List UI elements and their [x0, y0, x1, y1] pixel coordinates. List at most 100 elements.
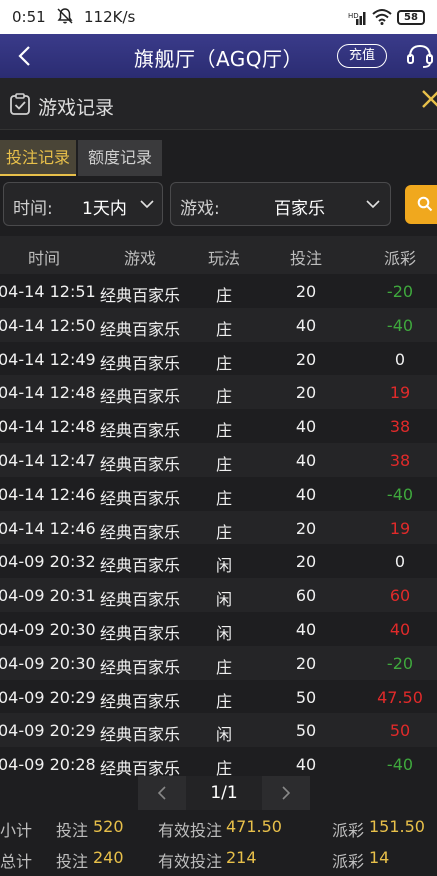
cell-game: 经典百家乐: [99, 691, 180, 711]
chevron-down-icon: [366, 200, 380, 209]
cell-bet: 20: [295, 383, 317, 403]
table-row: 04-09 20:30 经典百家乐 庄 20 -20: [0, 645, 437, 680]
column-header-game: 游戏: [123, 249, 156, 268]
network-speed: 112K/s: [84, 8, 136, 26]
chevron-left-icon: [157, 786, 166, 800]
column-header-play: 玩法: [207, 249, 240, 268]
cell-game: 经典百家乐: [99, 353, 180, 373]
status-time: 0:51: [12, 8, 46, 26]
search-icon: [417, 196, 433, 212]
cell-bet: 20: [295, 653, 317, 673]
cell-bet: 60: [295, 586, 317, 606]
game-filter-label: 游戏:: [180, 199, 220, 219]
tab-credit-records[interactable]: 额度记录: [78, 140, 162, 176]
cell-play: 庄: [215, 319, 232, 339]
chevron-right-icon: [282, 786, 291, 800]
cell-game: 经典百家乐: [99, 725, 180, 745]
cell-time: 04-09 20:31: [0, 586, 96, 606]
battery-icon: 58: [397, 10, 425, 25]
total-row: 总计 投注 240 有效投注 214 派彩 14: [0, 843, 437, 873]
cell-play: 庄: [215, 657, 232, 677]
cell-game: 经典百家乐: [99, 286, 180, 305]
search-button[interactable]: [405, 185, 437, 224]
close-icon[interactable]: [420, 88, 437, 110]
cell-payout: -40: [386, 755, 414, 775]
cell-time: 04-09 20:30: [0, 653, 96, 673]
game-filter-value: 百家乐: [274, 199, 325, 219]
cell-game: 经典百家乐: [99, 319, 180, 339]
next-page-button[interactable]: [262, 776, 310, 810]
cell-bet: 40: [295, 484, 317, 504]
cell-play: 庄: [215, 454, 232, 474]
subtotal-bet-label: 投注: [56, 821, 89, 840]
cell-time: 04-14 12:46: [0, 518, 96, 538]
cell-payout: 0: [394, 552, 406, 572]
cell-time: 04-14 12:48: [0, 417, 96, 437]
cell-play: 闲: [215, 556, 232, 576]
prev-page-button[interactable]: [138, 776, 186, 810]
table-row: 04-14 12:46 经典百家乐 庄 40 -40: [0, 477, 437, 511]
cell-time: 04-09 20:32: [0, 552, 96, 572]
cell-time: 04-14 12:48: [0, 383, 96, 403]
records-clipboard-icon: [10, 93, 30, 115]
cell-bet: 40: [295, 619, 317, 639]
subtotal-bet-value: 520: [93, 817, 124, 836]
cell-bet: 40: [295, 315, 317, 335]
app-header: 旗舰厅（AGQ厅） 充值: [0, 34, 437, 78]
game-filter-select[interactable]: 游戏: 百家乐: [170, 182, 391, 226]
time-filter-select[interactable]: 时间: 1天内: [3, 182, 163, 226]
column-header-time: 时间: [27, 249, 60, 268]
cell-payout: 47.50: [377, 687, 423, 707]
cell-payout: 40: [389, 619, 411, 639]
total-payout-label: 派彩: [332, 852, 365, 871]
table-row: 04-14 12:47 经典百家乐 庄 40 38: [0, 442, 437, 477]
total-valid-label: 有效投注: [158, 852, 223, 871]
cell-payout: -20: [386, 653, 414, 673]
cell-game: 经典百家乐: [99, 522, 180, 542]
chevron-down-icon: [140, 200, 154, 209]
cell-game: 经典百家乐: [99, 387, 180, 407]
signal-icon: HD: [348, 12, 366, 25]
bet-records-table: 04-14 12:51 经典百家乐庄 20 -20 04-14 12:50 经典百家乐庄 4…: [0, 274, 437, 781]
cell-play: 闲: [215, 725, 232, 745]
cell-bet: 50: [295, 687, 317, 707]
cell-payout: 38: [389, 417, 411, 437]
mute-bell-icon: [57, 8, 73, 24]
customer-service-icon[interactable]: [406, 43, 434, 69]
cell-payout: 19: [389, 383, 411, 403]
table-row: 04-14 12:50 经典百家乐 庄 40 -40: [0, 307, 437, 342]
cell-payout: -20: [386, 282, 414, 301]
cell-play: 庄: [215, 691, 232, 711]
svg-text:HD: HD: [348, 12, 359, 20]
cell-payout: 50: [389, 721, 411, 741]
column-header-payout: 派彩: [383, 249, 416, 268]
cell-payout: 38: [389, 450, 411, 470]
subtotal-valid-value: 471.50: [226, 817, 282, 836]
table-row: 04-09 20:29 经典百家乐 庄 50 47.50: [0, 680, 437, 714]
cell-time: 04-14 12:50: [0, 315, 96, 335]
cell-game: 经典百家乐: [99, 454, 180, 474]
cell-bet: 20: [295, 518, 317, 538]
table-row: 04-09 20:32 经典百家乐 闲 20 0: [0, 544, 437, 578]
recharge-button[interactable]: 充值: [337, 44, 387, 68]
cell-payout: 0: [394, 349, 406, 369]
subtotal-valid-label: 有效投注: [158, 821, 223, 840]
table-row: 04-14 12:49 经典百家乐 庄 20 0: [0, 342, 437, 376]
tab-bet-records[interactable]: 投注记录: [0, 140, 76, 176]
total-label: 总计: [0, 852, 33, 871]
cell-time: 04-09 20:28: [0, 755, 96, 775]
cell-time: 04-14 12:51: [0, 282, 96, 301]
total-valid-value: 214: [226, 848, 257, 867]
cell-bet: 40: [295, 417, 317, 437]
cell-game: 经典百家乐: [99, 556, 180, 576]
cell-payout: 19: [389, 518, 411, 538]
total-bet-label: 投注: [56, 852, 89, 871]
table-header: 时间 游戏 玩法 投注 派彩: [0, 236, 437, 274]
table-row: 04-14 12:48 经典百家乐 庄 20 19: [0, 375, 437, 410]
pagination: 1/1: [138, 776, 310, 810]
cell-time: 04-14 12:49: [0, 349, 96, 369]
cell-time: 04-14 12:46: [0, 484, 96, 504]
cell-game: 经典百家乐: [99, 623, 180, 643]
cell-game: 经典百家乐: [99, 590, 180, 610]
cell-play: 庄: [215, 421, 232, 441]
